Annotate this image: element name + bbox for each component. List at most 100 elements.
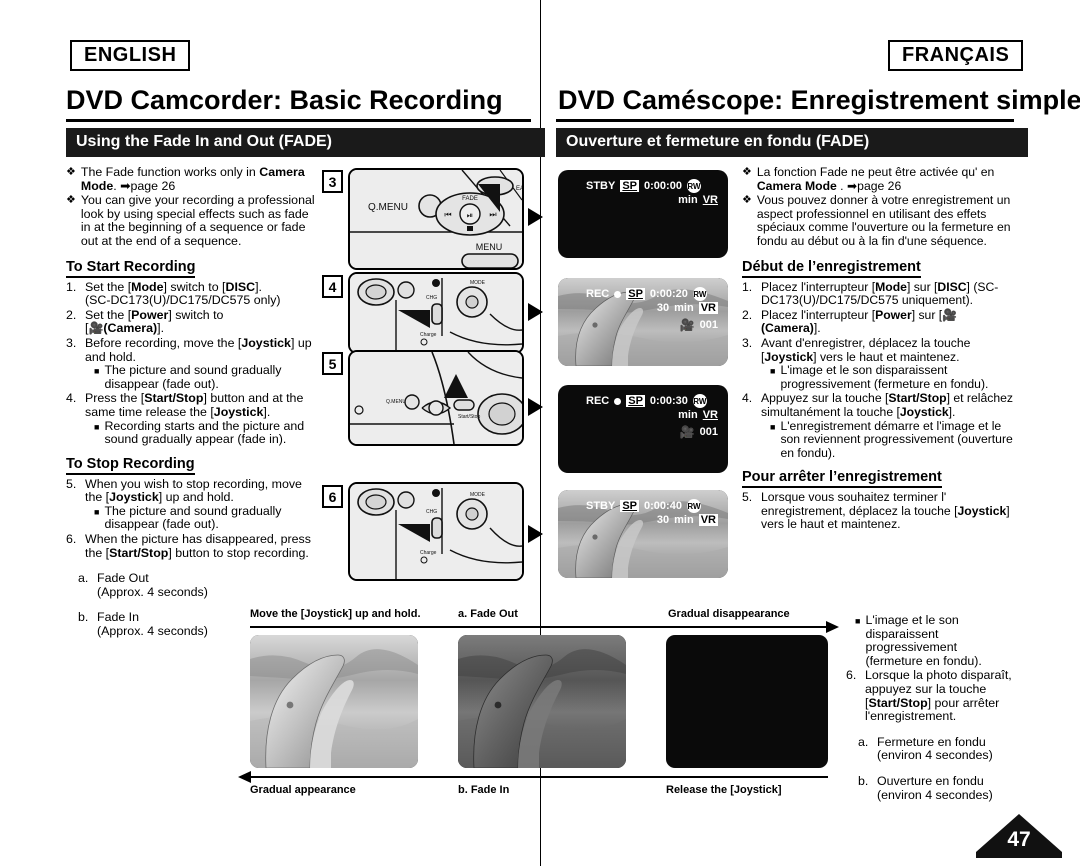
- sub-bullet-square-icon: ■: [94, 506, 100, 517]
- step-number-6: 6: [322, 485, 343, 508]
- bullet-diamond-icon: ❖: [66, 194, 76, 207]
- filmstrip-frame-3: [666, 635, 828, 768]
- svg-text:Charge: Charge: [420, 332, 437, 338]
- fade-note-letter: b.: [858, 773, 869, 788]
- fade-note-text: Fade Out (Approx. 4 seconds): [97, 571, 208, 599]
- step-text: Press the [Start/Stop] button and at the…: [85, 391, 316, 447]
- svg-text:EA: EA: [516, 186, 522, 192]
- filmstrip-frame-2: [458, 635, 626, 768]
- page-number-badge: 47: [976, 812, 1062, 858]
- lcd3-counter: 001: [699, 426, 718, 438]
- intro-bullet: ❖ Vous pouvez donner à votre enregistreme…: [742, 193, 1014, 248]
- lcd3-camera-icon: 🎥: [679, 425, 695, 439]
- step-number: 2.: [742, 307, 753, 322]
- step-number-5: 5: [322, 352, 343, 375]
- step-text: Set the [Mode] switch to [DISC]. (SC-DC17…: [85, 279, 281, 308]
- intro-bullet-text: La fonction Fade ne peut être activée qu…: [756, 165, 995, 193]
- lcd-screen-3: REC SP 0:00:30 RW min VR 🎥 001: [558, 385, 728, 473]
- step-text: Avant d'enregistrer, déplacez la touche …: [761, 336, 1014, 391]
- fade-notes-english: a. Fade Out (Approx. 4 seconds) b. Fade In (A…: [66, 571, 316, 638]
- illustration-step-6: MODE CHG Charge: [348, 482, 524, 581]
- heading-to-start-recording: To Start Recording: [66, 259, 196, 278]
- language-chip-francais: FRANÇAIS: [888, 40, 1024, 71]
- fade-note: b. Ouverture en fondu (environ 4 secondes): [846, 773, 1014, 802]
- body-column-francais-narrow: ■ L'image et le son disparaissent progres…: [846, 613, 1014, 802]
- fade-note: a. Fermeture en fondu (environ 4 secondes): [846, 735, 1014, 763]
- step-text: When the picture has disappeared, press …: [85, 532, 311, 560]
- svg-text:FADE: FADE: [462, 196, 478, 202]
- body-column-english: ❖ The Fade function works only in Camera …: [66, 165, 316, 639]
- page-title-francais: DVD Caméscope: Enregistrement simple: [558, 85, 1080, 115]
- filmstrip-caption-top-3: Gradual disappearance: [668, 608, 790, 620]
- svg-text:⏯: ⏯: [467, 211, 473, 220]
- numbered-step: 5. When you wish to stop recording, move …: [66, 476, 316, 532]
- intro-bullets-english: ❖ The Fade function works only in Camera …: [66, 165, 316, 249]
- language-chip-english: ENGLISH: [70, 40, 191, 71]
- step-number: 6.: [846, 668, 857, 683]
- intro-bullets-francais: ❖ La fonction Fade ne peut être activée q…: [742, 165, 1014, 249]
- flow-arrow-1: [528, 208, 543, 226]
- sub-bullet: ■ The picture and sound gradually disappe…: [85, 363, 316, 391]
- sub-bullet-text: The picture and sound gradually disappea…: [104, 503, 282, 532]
- fade-note-text: Ouverture en fondu (environ 4 secondes): [877, 773, 993, 802]
- svg-text:Q.MENU: Q.MENU: [368, 202, 408, 213]
- svg-text:CHG: CHG: [426, 509, 437, 515]
- numbered-step: 6. Lorsque la photo disparaît, appuyez su…: [846, 669, 1014, 723]
- step-number: 2.: [66, 307, 77, 322]
- lcd4-min-label: min: [674, 514, 694, 526]
- heading-to-stop-recording: To Stop Recording: [66, 456, 195, 475]
- lcd4-format: VR: [698, 514, 718, 526]
- intro-bullet-text: The Fade function works only in Camera M…: [80, 165, 305, 193]
- svg-text:MODE: MODE: [470, 492, 486, 498]
- step-sub-bullets: ■ Recording starts and the picture and so…: [85, 418, 316, 447]
- step-number-4: 4: [322, 275, 343, 298]
- lcd2-format: VR: [698, 302, 718, 314]
- sub-bullet-text: L'enregistrement démarre et l'image et l…: [780, 418, 1013, 460]
- numbered-step: 3. Avant d'enregistrer, déplacez la touch…: [742, 335, 1014, 391]
- lcd2-camera-icon: 🎥: [679, 318, 695, 332]
- lcd-screen-2: REC SP 0:00:20 RW 30 min VR 🎥 001: [558, 278, 728, 366]
- step-number: 3.: [742, 335, 753, 350]
- step-number: 4.: [742, 391, 753, 406]
- lcd4-status: STBY: [586, 500, 616, 512]
- svg-text:⏮: ⏮: [444, 210, 451, 219]
- sub-bullet: ■ L'image et le son disparaissent progres…: [761, 363, 1014, 391]
- intro-bullet: ❖ La fonction Fade ne peut être activée q…: [742, 165, 1014, 193]
- fade-note-letter: b.: [78, 610, 89, 625]
- filmstrip-caption-bottom-3: Release the [Joystick]: [666, 784, 782, 796]
- lcd2-counter: 001: [699, 319, 718, 331]
- step-number: 5.: [66, 476, 77, 491]
- filmstrip-caption-top-2: a. Fade Out: [458, 608, 518, 620]
- lcd4-remaining: 30: [656, 514, 670, 526]
- lcd3-disc-icon: RW: [692, 394, 707, 408]
- lcd3-timecode: 0:00:30: [649, 395, 688, 407]
- lcd3-quality: SP: [626, 395, 645, 407]
- filmstrip-arrow-top-line: [250, 626, 828, 628]
- lcd4-disc-icon: RW: [686, 499, 701, 513]
- step-text: When you wish to stop recording, move th…: [85, 477, 316, 532]
- sub-bullet-text: Recording starts and the picture and sou…: [104, 418, 305, 447]
- page-title-english: DVD Camcorder: Basic Recording: [66, 85, 503, 115]
- flow-arrow-2: [528, 303, 543, 321]
- numbered-step: 4. Appuyez sur la touche [Start/Stop] et …: [742, 392, 1014, 460]
- numbered-step: 2. Placez l'interrupteur [Power] sur [🎥(C…: [742, 307, 1014, 336]
- bullet-diamond-icon: ❖: [66, 166, 76, 178]
- filmstrip-frame-1: [250, 635, 418, 768]
- sub-bullet: ■ The picture and sound gradually disappe…: [85, 503, 316, 532]
- step-text: Lorsque la photo disparaît, appuyez sur …: [865, 668, 1012, 724]
- sub-bullet-text: The picture and sound gradually disappea…: [104, 363, 282, 391]
- intro-bullet-text: You can give your recording a profession…: [80, 193, 315, 248]
- numbered-step: 1. Placez l'interrupteur [Mode] sur [DISC…: [742, 280, 1014, 308]
- step-text: Before recording, move the [Joystick] up…: [85, 336, 316, 391]
- numbered-step: 1. Set the [Mode] switch to [DISC]. (SC-DC…: [66, 279, 316, 308]
- fade-note-letter: a.: [78, 571, 89, 586]
- section-bar-english: Using the Fade In and Out (FADE): [66, 128, 545, 157]
- step-text: Set the [Power] switch to [🎥(Camera)].: [85, 307, 224, 336]
- title-rule-francais: [556, 119, 1014, 122]
- numbered-step: 6. When the picture has disappeared, pres…: [66, 532, 316, 560]
- heading-debut-enregistrement: Début de l’enregistrement: [742, 259, 921, 278]
- step-number-3: 3: [322, 170, 343, 193]
- manual-page: ENGLISH FRANÇAIS DVD Camcorder: Basic Re…: [0, 0, 1080, 866]
- numbered-step: 4. Press the [Start/Stop] button and at t…: [66, 391, 316, 447]
- intro-bullet: ❖ You can give your recording a professio…: [66, 193, 316, 248]
